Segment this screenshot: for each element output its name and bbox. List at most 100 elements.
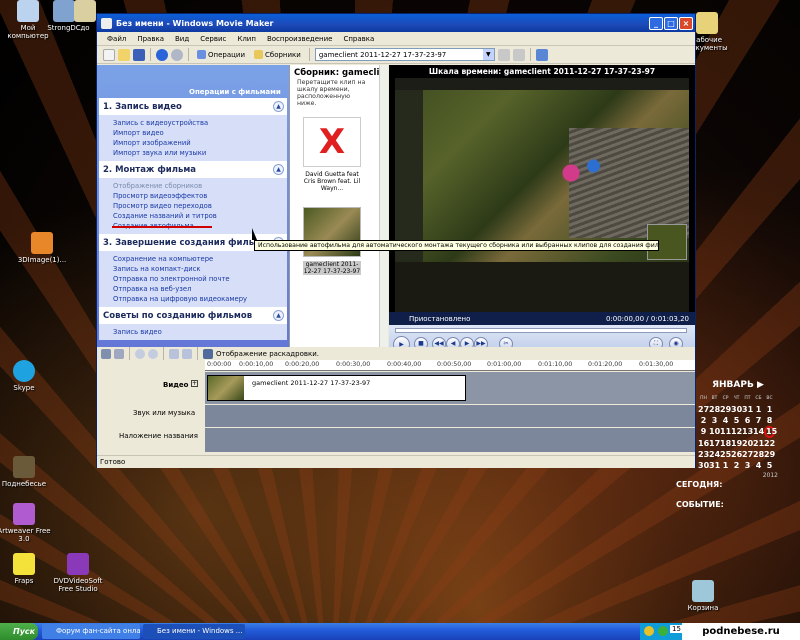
calendar-day[interactable]: 27 — [742, 449, 753, 460]
title-overlay-track[interactable] — [205, 428, 695, 452]
collection-scrollbar[interactable] — [379, 65, 388, 358]
menu-help[interactable]: Справка — [343, 35, 374, 43]
save-project-icon[interactable] — [133, 48, 145, 61]
calendar-day[interactable]: 30 — [698, 460, 709, 471]
collection-dropdown[interactable]: gameclient 2011-12-27 17-37-23-97 ▼ — [314, 48, 495, 61]
storyboard-icon[interactable] — [203, 348, 213, 359]
task-link[interactable]: Просмотр видеоэффектов — [113, 191, 287, 201]
task-link[interactable]: Запись видео — [113, 327, 287, 337]
collection-clip[interactable]: X David Guetta feat Cris Brown feat. Lil… — [303, 117, 361, 192]
audio-track[interactable] — [205, 405, 695, 427]
calendar-day[interactable]: 28 — [753, 449, 764, 460]
desktop-icon-3dimage[interactable]: 3DImage(1)... — [14, 232, 70, 264]
menu-file[interactable]: Файл — [107, 35, 126, 43]
task-link[interactable]: Сохранение на компьютере — [113, 254, 287, 264]
taskbar-item-forum[interactable]: Форум фан-сайта онла... — [42, 624, 140, 639]
storyboard-toggle-label[interactable]: Отображение раскадровки. — [216, 350, 319, 358]
desktop-icon-dvdvideosoft[interactable]: DVDVideoSoft Free Studio — [50, 553, 106, 593]
collapse-chevron-icon[interactable]: ▲ — [273, 164, 284, 175]
calendar-day[interactable]: 19 — [731, 438, 742, 449]
task-link[interactable]: Отправка на цифровую видеокамеру — [113, 294, 287, 304]
task-link[interactable]: Отправка на веб-узел — [113, 284, 287, 294]
timeline-ruler[interactable]: 0:00:00 0:00:10,00 0:00:20,00 0:00:30,00… — [205, 360, 695, 371]
task-link[interactable]: Импорт видео — [113, 128, 287, 138]
calendar-day[interactable]: 18 — [720, 438, 731, 449]
calendar-day[interactable]: 8 — [764, 415, 775, 426]
calendar-day[interactable]: 4 — [753, 460, 764, 471]
maximize-button[interactable]: □ — [664, 16, 678, 30]
audio-levels-icon[interactable] — [114, 348, 124, 359]
calendar-day[interactable]: 1 — [764, 404, 775, 415]
tray-shield-icon[interactable] — [644, 626, 654, 636]
calendar-day[interactable]: 2 — [731, 460, 742, 471]
open-project-icon[interactable] — [118, 48, 130, 61]
zoom-in-icon[interactable] — [135, 348, 145, 359]
zoom-out-icon[interactable] — [148, 348, 158, 359]
calendar-day[interactable]: 9 — [698, 426, 709, 438]
calendar-day[interactable]: 27 — [698, 404, 709, 415]
tray-network-icon[interactable] — [658, 626, 668, 636]
calendar-day[interactable]: 29 — [764, 449, 775, 460]
task-section-header[interactable]: Советы по созданию фильмов ▲ — [99, 307, 287, 324]
play-timeline-icon[interactable] — [182, 348, 192, 359]
menu-playback[interactable]: Воспроизведение — [267, 35, 333, 43]
task-link[interactable]: Запись на компакт-диск — [113, 264, 287, 274]
desktop-icon-podnebesye[interactable]: Поднебесье — [0, 456, 52, 488]
calendar-day[interactable]: 1 — [753, 404, 764, 415]
menu-view[interactable]: Вид — [175, 35, 189, 43]
task-link[interactable]: Просмотр видео переходов — [113, 201, 287, 211]
chevron-down-icon[interactable]: ▼ — [482, 49, 494, 60]
new-collection-icon[interactable] — [512, 48, 525, 61]
collapse-chevron-icon[interactable]: ▲ — [273, 310, 284, 321]
task-section-header[interactable]: 1. Запись видео ▲ — [99, 98, 287, 115]
calendar-day[interactable]: 16 — [698, 438, 709, 449]
calendar-day[interactable]: 6 — [742, 415, 753, 426]
calendar-day[interactable]: 2 — [698, 415, 709, 426]
task-link[interactable]: Отправка по электронной почте — [113, 274, 287, 284]
calendar-day[interactable]: 4 — [720, 415, 731, 426]
calendar-day[interactable]: 28 — [709, 404, 720, 415]
calendar-day[interactable]: 3 — [742, 460, 753, 471]
start-button[interactable]: Пуск — [0, 623, 38, 640]
timeline-video-clip[interactable]: gameclient 2011-12-27 17-37-23-97 — [207, 375, 466, 401]
task-section-header[interactable]: 2. Монтаж фильма ▲ — [99, 161, 287, 178]
redo-icon[interactable] — [171, 48, 183, 61]
calendar-day[interactable]: 3 — [709, 415, 720, 426]
next-month-arrow-icon[interactable]: ▶ — [757, 380, 764, 390]
task-link-titles[interactable]: Создание названий и титров — [113, 211, 287, 221]
desktop-icon-recycle-bin[interactable]: Корзина — [678, 580, 728, 612]
calendar-day[interactable]: 26 — [731, 449, 742, 460]
up-level-icon[interactable] — [497, 48, 510, 61]
calendar-day[interactable]: 31 — [709, 460, 720, 471]
calendar-day[interactable]: 17 — [709, 438, 720, 449]
rewind-timeline-icon[interactable] — [169, 348, 179, 359]
narrate-icon[interactable] — [101, 348, 111, 359]
seek-bar[interactable] — [395, 328, 687, 333]
taskbar-item-movie-maker[interactable]: Без имени - Windows ... — [143, 624, 245, 639]
desktop-icon-fraps[interactable]: Fraps — [0, 553, 52, 585]
task-link[interactable]: Импорт изображений — [113, 138, 287, 148]
calendar-day[interactable]: 1 — [720, 460, 731, 471]
calendar-day[interactable]: 21 — [753, 438, 764, 449]
calendar-day[interactable]: 14 — [753, 426, 764, 438]
expand-track-icon[interactable]: + — [191, 380, 198, 387]
calendar-day[interactable]: 22 — [764, 438, 775, 449]
close-button[interactable]: × — [679, 16, 693, 30]
calendar-day[interactable]: 7 — [753, 415, 764, 426]
calendar-day[interactable]: 11 — [720, 426, 731, 438]
calendar-day[interactable]: 13 — [742, 426, 753, 438]
task-link[interactable]: Отображение сборников — [113, 181, 287, 191]
collapse-chevron-icon[interactable]: ▲ — [273, 101, 284, 112]
calendar-day[interactable]: 31 — [742, 404, 753, 415]
minimize-button[interactable]: _ — [649, 16, 663, 30]
menu-clip[interactable]: Клип — [237, 35, 256, 43]
calendar-day[interactable]: 29 — [720, 404, 731, 415]
task-link[interactable]: Запись с видеоустройства — [113, 118, 287, 128]
calendar-day[interactable]: 5 — [764, 460, 775, 471]
calendar-day[interactable]: 10 — [709, 426, 720, 438]
desktop-icon-artweaver[interactable]: Artweaver Free 3.0 — [0, 503, 52, 543]
calendar-day[interactable]: 12 — [731, 426, 742, 438]
calendar-day[interactable]: 24 — [709, 449, 720, 460]
operations-toggle[interactable]: Операции — [194, 50, 248, 59]
window-titlebar[interactable]: Без имени - Windows Movie Maker _ □ × — [97, 14, 695, 32]
